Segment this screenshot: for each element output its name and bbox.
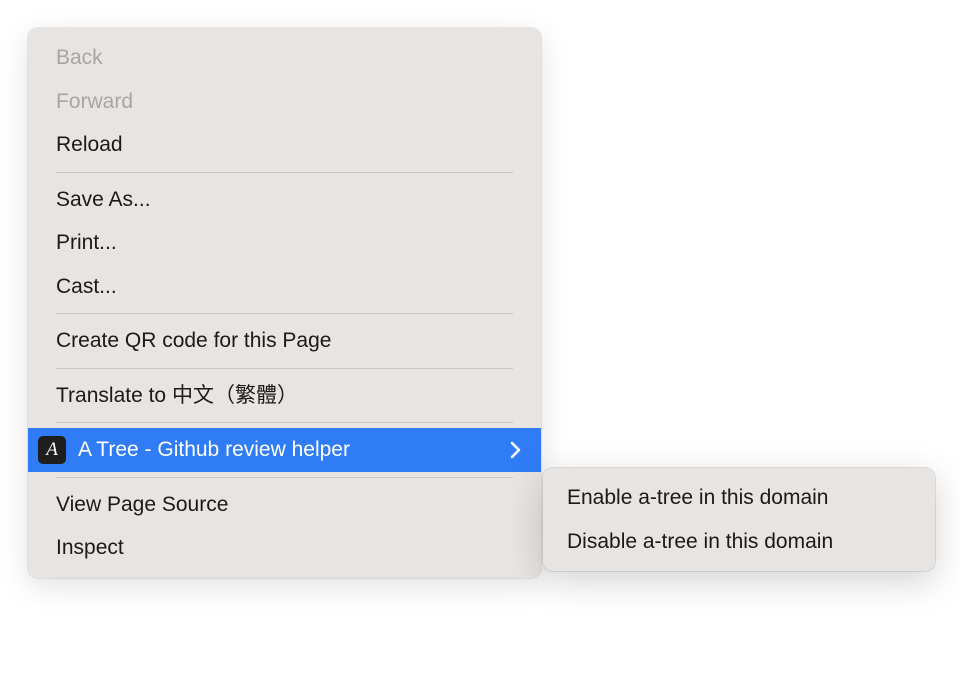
menu-item-save-as[interactable]: Save As... (28, 178, 541, 222)
a-tree-badge-icon: A (38, 436, 66, 464)
menu-item-print[interactable]: Print... (28, 221, 541, 265)
menu-item-label: View Page Source (56, 489, 228, 521)
menu-item-label: Print... (56, 227, 117, 259)
menu-item-label: Create QR code for this Page (56, 325, 331, 357)
menu-item-back[interactable]: Back (28, 36, 541, 80)
menu-item-forward[interactable]: Forward (28, 80, 541, 124)
menu-item-label: Inspect (56, 532, 124, 564)
menu-item-label: Cast... (56, 271, 117, 303)
menu-item-label: Translate to 中文（繁體） (56, 380, 298, 412)
menu-item-view-source[interactable]: View Page Source (28, 483, 541, 527)
chevron-right-icon (510, 441, 521, 459)
menu-item-reload[interactable]: Reload (28, 123, 541, 167)
menu-item-inspect[interactable]: Inspect (28, 526, 541, 570)
menu-divider (56, 477, 513, 478)
menu-item-translate[interactable]: Translate to 中文（繁體） (28, 374, 541, 418)
context-menu: Back Forward Reload Save As... Print... … (28, 28, 541, 578)
menu-divider (56, 313, 513, 314)
submenu-item-enable[interactable]: Enable a-tree in this domain (543, 476, 935, 520)
menu-item-label: A Tree - Github review helper (78, 434, 350, 466)
menu-item-label: Disable a-tree in this domain (567, 526, 833, 558)
menu-divider (56, 422, 513, 423)
badge-letter: A (46, 440, 58, 459)
menu-item-label: Reload (56, 129, 123, 161)
menu-item-label: Save As... (56, 184, 151, 216)
menu-item-a-tree[interactable]: A A Tree - Github review helper (28, 428, 541, 472)
menu-item-create-qr[interactable]: Create QR code for this Page (28, 319, 541, 363)
menu-item-label: Back (56, 42, 103, 74)
menu-divider (56, 368, 513, 369)
menu-item-label: Enable a-tree in this domain (567, 482, 829, 514)
menu-item-label: Forward (56, 86, 133, 118)
submenu-item-disable[interactable]: Disable a-tree in this domain (543, 520, 935, 564)
menu-item-cast[interactable]: Cast... (28, 265, 541, 309)
submenu: Enable a-tree in this domain Disable a-t… (543, 468, 935, 571)
menu-divider (56, 172, 513, 173)
